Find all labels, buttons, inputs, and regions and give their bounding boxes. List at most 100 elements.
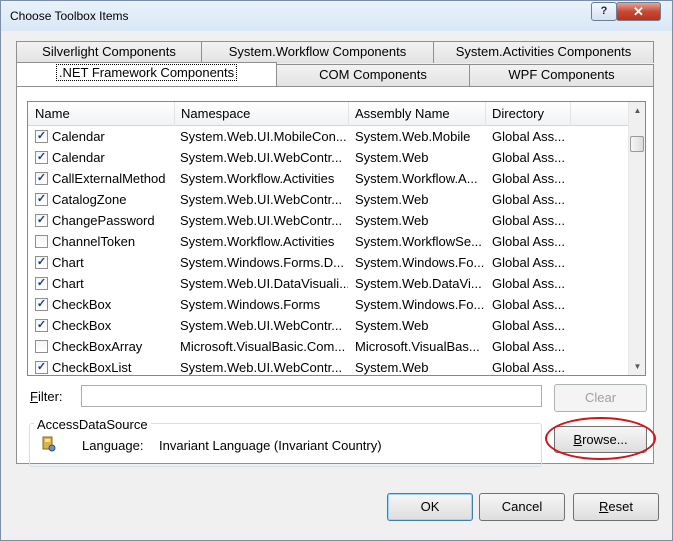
list-item[interactable]: ✓ Calendar System.Web.UI.WebContr... System…	[28, 147, 628, 168]
list-item[interactable]: ✓ CatalogZone System.Web.UI.WebContr... Sys…	[28, 189, 628, 210]
reset-label-rest: eset	[608, 499, 633, 514]
list-item[interactable]: CheckBoxArray Microsoft.VisualBasic.Com..…	[28, 336, 628, 357]
cell-assembly: System.Web	[355, 318, 429, 333]
selected-component-name: AccessDataSource	[34, 417, 151, 432]
tab-com-components[interactable]: COM Components	[276, 64, 470, 86]
column-header-assembly[interactable]: Assembly Name	[348, 102, 486, 126]
window-title: Choose Toolbox Items	[10, 9, 129, 23]
filter-mnemonic: F	[30, 389, 38, 404]
cell-directory: Global Ass...	[492, 129, 565, 144]
reset-button[interactable]: Reset	[573, 493, 659, 521]
language-label: Language:	[82, 438, 144, 453]
cell-directory: Global Ass...	[492, 192, 565, 207]
scrollbar-thumb[interactable]	[630, 136, 644, 152]
cell-name: CheckBox	[52, 318, 112, 333]
filter-input[interactable]	[81, 385, 542, 407]
cancel-button[interactable]: Cancel	[479, 493, 565, 521]
list-header: Name Namespace Assembly Name Directory	[28, 102, 628, 126]
list-item[interactable]: ✓ CallExternalMethod System.Workflow.Activ…	[28, 168, 628, 189]
cell-assembly: System.Windows.Fo...	[355, 297, 485, 312]
tab-silverlight-components[interactable]: Silverlight Components	[16, 41, 202, 63]
cell-assembly: System.Web.Mobile	[355, 129, 471, 144]
tab-label: Silverlight Components	[42, 44, 176, 59]
cell-directory: Global Ass...	[492, 213, 565, 228]
cell-directory: Global Ass...	[492, 255, 565, 270]
cell-namespace: System.Web.UI.WebContr...	[180, 213, 343, 228]
tab-label: WPF Components	[508, 67, 615, 82]
item-checkbox[interactable]: ✓	[35, 172, 48, 185]
clear-button[interactable]: Clear	[554, 384, 647, 412]
tab-system-activities-components[interactable]: System.Activities Components	[433, 41, 654, 63]
item-checkbox[interactable]: ✓	[35, 193, 48, 206]
cell-directory: Global Ass...	[492, 318, 565, 333]
cell-name: CheckBox	[52, 297, 112, 312]
list-item[interactable]: ✓ Calendar System.Web.UI.MobileCon... Syste…	[28, 126, 628, 147]
language-value: Invariant Language (Invariant Country)	[159, 438, 382, 453]
close-button[interactable]: ✕	[616, 2, 661, 21]
cell-assembly: System.Web.DataVi...	[355, 276, 482, 291]
cell-namespace: System.Workflow.Activities	[180, 234, 335, 249]
scroll-down-icon[interactable]: ▼	[629, 358, 645, 375]
cell-directory: Global Ass...	[492, 171, 565, 186]
item-checkbox[interactable]: ✓	[35, 214, 48, 227]
list-item[interactable]: ✓ Chart System.Web.UI.DataVisuali... System…	[28, 273, 628, 294]
tab-wpf-components[interactable]: WPF Components	[469, 64, 654, 86]
item-checkbox[interactable]: ✓	[35, 277, 48, 290]
tab-system-workflow-components[interactable]: System.Workflow Components	[201, 41, 434, 63]
item-checkbox[interactable]: ✓	[35, 130, 48, 143]
list-item[interactable]: ✓ CheckBoxList System.Web.UI.WebContr... Sy…	[28, 357, 628, 375]
cell-assembly: System.Web	[355, 192, 429, 207]
cell-name: Chart	[52, 276, 84, 291]
cell-directory: Global Ass...	[492, 276, 565, 291]
item-checkbox[interactable]: ✓	[35, 319, 48, 332]
item-checkbox[interactable]	[35, 235, 48, 248]
browse-button[interactable]: Browse...	[554, 426, 647, 453]
ok-button[interactable]: OK	[387, 493, 473, 521]
scroll-up-icon[interactable]: ▲	[629, 102, 645, 119]
filter-label: Filter:	[30, 389, 63, 404]
item-checkbox[interactable]: ✓	[35, 361, 48, 374]
cell-directory: Global Ass...	[492, 360, 565, 375]
list-item[interactable]: ✓ Chart System.Windows.Forms.D... System.Wi…	[28, 252, 628, 273]
tab-label: System.Activities Components	[455, 44, 632, 59]
tab-label: COM Components	[319, 67, 427, 82]
list-item[interactable]: ✓ CheckBox System.Web.UI.WebContr... System…	[28, 315, 628, 336]
cell-name: CatalogZone	[52, 192, 127, 207]
cell-name: ChangePassword	[52, 213, 155, 228]
column-header-namespace[interactable]: Namespace	[174, 102, 349, 126]
cell-namespace: System.Windows.Forms	[180, 297, 321, 312]
cell-namespace: System.Windows.Forms.D...	[180, 255, 344, 270]
cell-directory: Global Ass...	[492, 297, 565, 312]
vertical-scrollbar[interactable]: ▲ ▼	[628, 102, 645, 375]
cell-name: CheckBoxList	[52, 360, 132, 375]
item-checkbox[interactable]	[35, 340, 48, 353]
cell-name: ChannelToken	[52, 234, 136, 249]
cell-namespace: System.Web.UI.DataVisuali...	[180, 276, 348, 291]
list-item[interactable]: ✓ ChangePassword System.Web.UI.WebContr...…	[28, 210, 628, 231]
item-checkbox[interactable]: ✓	[35, 298, 48, 311]
cell-assembly: System.Web	[355, 150, 429, 165]
column-header-name[interactable]: Name	[28, 102, 175, 126]
cell-name: CallExternalMethod	[52, 171, 166, 186]
list-item[interactable]: ChannelToken System.Workflow.Activities Sy…	[28, 231, 628, 252]
column-header-directory[interactable]: Directory	[485, 102, 571, 126]
item-checkbox[interactable]: ✓	[35, 256, 48, 269]
cell-directory: Global Ass...	[492, 234, 565, 249]
cell-namespace: Microsoft.VisualBasic.Com...	[180, 339, 346, 354]
help-button[interactable]: ?	[591, 2, 617, 21]
tab-net-framework-components[interactable]: .NET Framework Components	[16, 62, 277, 86]
cell-namespace: System.Web.UI.MobileCon...	[180, 129, 347, 144]
cell-name: Chart	[52, 255, 84, 270]
filter-label-rest: ilter:	[37, 389, 63, 404]
components-list[interactable]: Name Namespace Assembly Name Directory ✓…	[27, 101, 646, 376]
reset-mnemonic: R	[599, 499, 609, 514]
cell-assembly: System.Web	[355, 213, 429, 228]
list-item[interactable]: ✓ CheckBox System.Windows.Forms System.Wind…	[28, 294, 628, 315]
cell-assembly: Microsoft.VisualBas...	[355, 339, 480, 354]
cell-assembly: System.Windows.Fo...	[355, 255, 485, 270]
cell-directory: Global Ass...	[492, 150, 565, 165]
title-bar[interactable]: Choose Toolbox Items ? ✕	[1, 1, 672, 31]
cell-name: Calendar	[52, 129, 105, 144]
cell-name: Calendar	[52, 150, 105, 165]
item-checkbox[interactable]: ✓	[35, 151, 48, 164]
